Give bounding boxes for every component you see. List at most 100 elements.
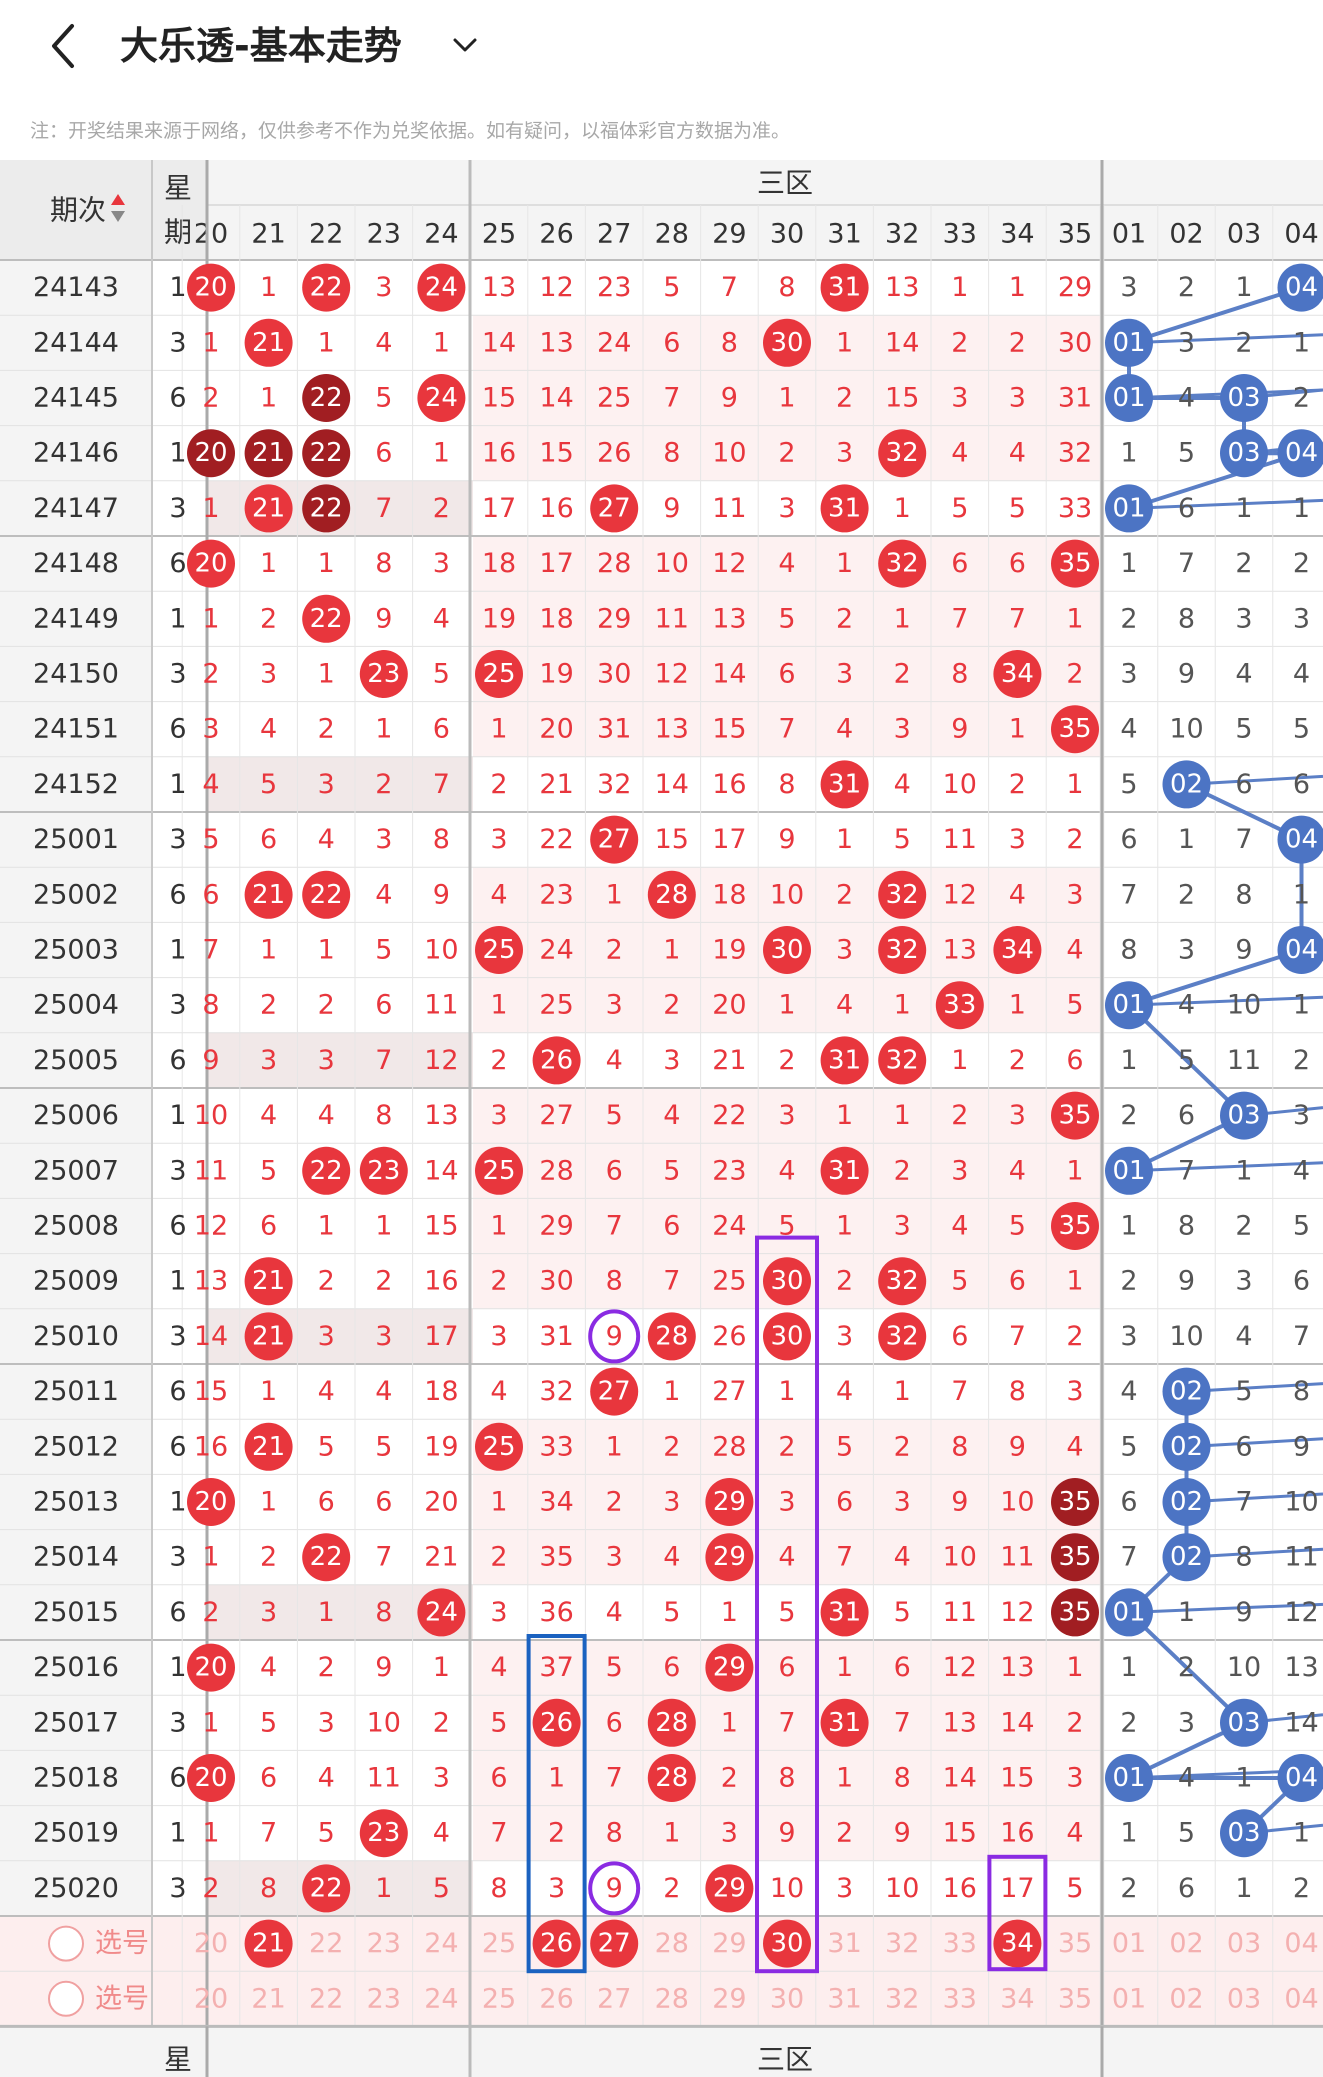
front-miss-count: 15: [1000, 1763, 1034, 1794]
front-miss-count: 11: [367, 1763, 401, 1794]
front-miss-count: 2: [894, 1155, 911, 1186]
front-miss-count: 8: [375, 1597, 392, 1628]
select-back-number: 03: [1227, 1983, 1261, 2014]
back-ball-number: 02: [1170, 1487, 1203, 1517]
front-miss-count: 2: [318, 1652, 335, 1683]
back-miss-count: 2: [1178, 272, 1195, 303]
back-miss-count: 7: [1120, 1542, 1137, 1573]
front-miss-count: 8: [894, 1763, 911, 1794]
back-miss-count: 10: [1227, 990, 1261, 1021]
front-ball-number: 20: [194, 1763, 227, 1793]
back-ball-number: 01: [1112, 1597, 1145, 1627]
back-ball-number: 01: [1112, 493, 1145, 523]
front-miss-count: 4: [836, 990, 853, 1021]
front-miss-count: 17: [539, 548, 573, 579]
front-miss-count: 5: [663, 1597, 680, 1628]
select-number: 30: [770, 1983, 804, 2014]
front-ball-number: 20: [194, 1653, 227, 1683]
weekday-cell: 6: [169, 1597, 186, 1628]
weekday-cell: 3: [169, 327, 186, 358]
back-miss-count: 1: [1178, 824, 1195, 855]
front-miss-count: 4: [663, 1542, 680, 1573]
front-miss-count: 5: [1009, 493, 1026, 524]
front-ball-number: 26: [540, 1045, 573, 1075]
select-radio[interactable]: [48, 1925, 84, 1962]
weekday-cell: 3: [169, 659, 186, 690]
front-miss-count: 15: [539, 438, 573, 469]
front-miss-count: 3: [490, 824, 507, 855]
picked-ball-number: 27: [598, 1929, 631, 1959]
front-ball-number: 25: [482, 659, 515, 689]
front-miss-count: 8: [721, 327, 738, 358]
weekday-cell: 3: [169, 1873, 186, 1904]
front-miss-count: 32: [1058, 438, 1092, 469]
select-number: 34: [1000, 1983, 1034, 2014]
front-miss-count: 34: [539, 1487, 573, 1518]
period-cell: 24146: [33, 438, 119, 469]
front-ball-number: 20: [194, 273, 227, 303]
period-cell: 24150: [33, 659, 119, 690]
front-miss-count: 1: [318, 1597, 335, 1628]
front-ball-number: 31: [828, 1045, 861, 1075]
front-miss-count: 1: [548, 1763, 565, 1794]
front-miss-count: 9: [202, 1045, 219, 1076]
front-miss-count: 14: [539, 383, 573, 414]
front-miss-count: 1: [490, 990, 507, 1021]
front-miss-count: 1: [260, 272, 277, 303]
front-miss-count: 2: [260, 990, 277, 1021]
front-miss-count: 14: [424, 1155, 458, 1186]
footer-week-header: 星: [164, 2043, 192, 2076]
front-miss-count: 4: [1009, 438, 1026, 469]
front-ball-number: 32: [886, 880, 919, 910]
front-ball-number: 23: [367, 1156, 400, 1186]
front-miss-count: 32: [597, 769, 631, 800]
front-miss-count: 1: [1009, 714, 1026, 745]
front-miss-count: 7: [951, 603, 968, 634]
front-miss-count: 5: [894, 1597, 911, 1628]
front-miss-count: 1: [375, 714, 392, 745]
front-miss-count: 17: [712, 824, 746, 855]
front-miss-count: 17: [1000, 1873, 1034, 1904]
back-miss-count: 5: [1235, 1376, 1252, 1407]
front-miss-count: 25: [712, 1266, 746, 1297]
front-ball-number: 22: [310, 1156, 343, 1186]
front-miss-count: 2: [433, 493, 450, 524]
front-miss-count: 6: [375, 438, 392, 469]
front-ball-number: 29: [713, 1542, 746, 1572]
front-col-header: 29: [712, 219, 746, 250]
back-miss-count: 1: [1235, 1763, 1252, 1794]
front-col-header: 31: [827, 219, 861, 250]
select-radio[interactable]: [48, 1980, 84, 2017]
front-miss-count: 21: [712, 1045, 746, 1076]
front-miss-count: 2: [202, 1873, 219, 1904]
front-miss-count: 4: [1009, 1155, 1026, 1186]
front-miss-count: 3: [260, 659, 277, 690]
front-miss-count: 10: [885, 1873, 919, 1904]
back-miss-count: 1: [1293, 1818, 1310, 1849]
front-miss-count: 2: [1066, 1321, 1083, 1352]
front-miss-count: 4: [202, 769, 219, 800]
back-miss-count: 3: [1293, 603, 1310, 634]
front-miss-count: 2: [836, 383, 853, 414]
front-miss-count: 1: [836, 327, 853, 358]
front-miss-count: 35: [539, 1542, 573, 1573]
back-miss-count: 11: [1227, 1045, 1261, 1076]
back-miss-count: 12: [1284, 1597, 1318, 1628]
front-miss-count: 7: [778, 1707, 795, 1738]
select-number: 23: [367, 1928, 401, 1959]
back-miss-count: 2: [1120, 1873, 1137, 1904]
front-col-header: 24: [424, 219, 458, 250]
front-miss-count: 2: [778, 1431, 795, 1462]
front-miss-count: 5: [894, 824, 911, 855]
front-miss-count: 7: [606, 1763, 623, 1794]
front-miss-count: 2: [663, 1873, 680, 1904]
front-miss-count: 6: [1009, 548, 1026, 579]
back-miss-count: 1: [1235, 1155, 1252, 1186]
week-header-top: 星: [164, 172, 192, 205]
front-miss-count: 7: [663, 383, 680, 414]
back-miss-count: 6: [1293, 769, 1310, 800]
back-miss-count: 5: [1120, 769, 1137, 800]
back-miss-count: 3: [1178, 935, 1195, 966]
front-ball-number: 23: [367, 659, 400, 689]
front-miss-count: 3: [375, 1321, 392, 1352]
